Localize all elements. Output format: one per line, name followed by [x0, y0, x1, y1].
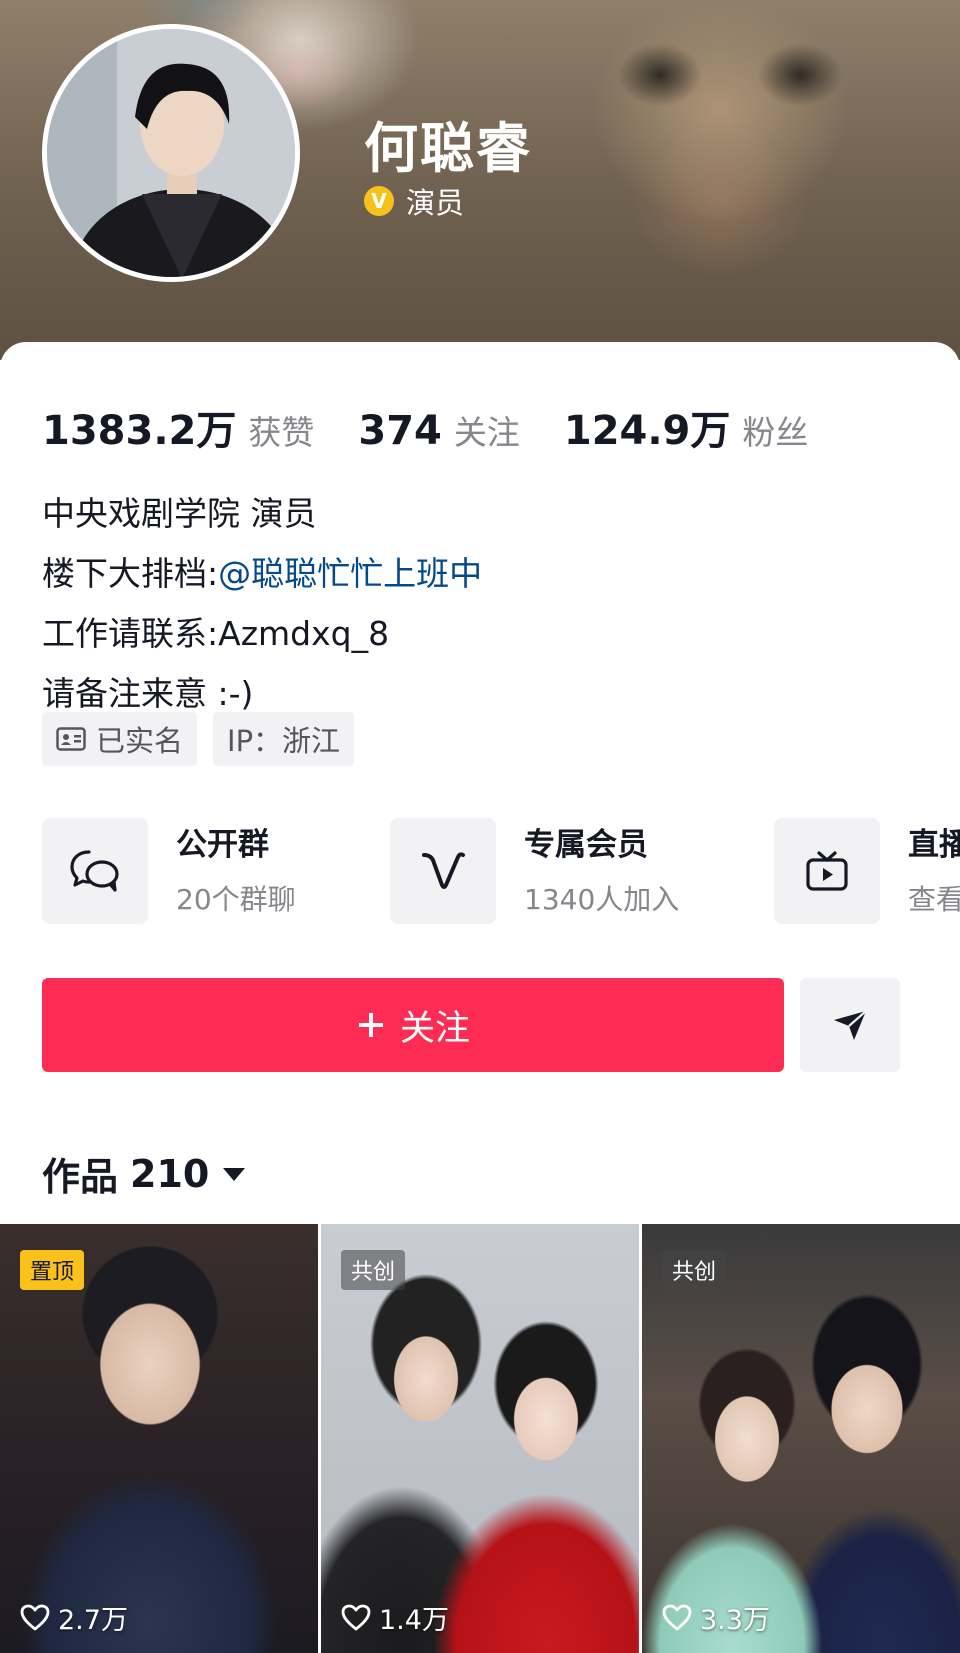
live-tv-icon: [806, 851, 848, 891]
feature-text: 专属会员 1340人加入: [524, 825, 679, 918]
stats-row: 1383.2万 获赞 374 关注 124.9万 粉丝: [42, 398, 852, 456]
verified-badge-icon: V: [364, 186, 394, 216]
heart-outline-icon: [341, 1604, 371, 1631]
stat-value: 124.9万: [563, 408, 731, 454]
bio-line: 工作请联系:Azmdxq_8: [42, 614, 390, 653]
works-count: 210: [130, 1151, 210, 1196]
mention-link[interactable]: @聪聪忙忙上班中: [218, 554, 482, 593]
feature-membership[interactable]: 专属会员 1340人加入: [390, 818, 679, 924]
feature-live[interactable]: 直播 查看: [774, 818, 960, 924]
bio: 中央戏剧学院 演员 楼下大排档:@聪聪忙忙上班中 工作请联系:Azmdxq_8 …: [42, 484, 482, 724]
heart-outline-icon: [20, 1604, 50, 1631]
stat-followers[interactable]: 124.9万 粉丝: [564, 398, 809, 456]
feature-public-group[interactable]: 公开群 20个群聊: [42, 818, 296, 924]
feature-subtitle: 查看: [908, 882, 960, 916]
video-thumbnail[interactable]: 共创 3.3万: [642, 1224, 960, 1653]
feature-text: 公开群 20个群聊: [176, 825, 296, 918]
like-count: 1.4万: [341, 1598, 449, 1637]
tag-label: IP：浙江: [227, 724, 341, 758]
avatar[interactable]: [42, 24, 300, 282]
feature-title: 直播: [908, 826, 960, 863]
plus-icon: [358, 1013, 383, 1037]
like-count: 3.3万: [662, 1598, 770, 1637]
verified-label: 演员: [406, 186, 465, 220]
feature-icon-box: [390, 818, 496, 924]
message-share-button[interactable]: [800, 978, 900, 1072]
verification-row: V 演员: [364, 180, 464, 222]
stat-value: 374: [358, 408, 442, 454]
co-creation-badge: 共创: [341, 1250, 406, 1290]
like-count-text: 2.7万: [58, 1605, 128, 1636]
membership-v-icon: [422, 852, 465, 889]
works-tab[interactable]: 作品 210: [42, 1146, 247, 1201]
feature-text: 直播 查看: [908, 825, 960, 918]
stat-label: 获赞: [248, 413, 315, 452]
feature-title: 公开群: [176, 826, 269, 863]
pinned-badge: 置顶: [20, 1250, 85, 1290]
profile-tags: 已实名 IP：浙江: [42, 712, 355, 766]
like-count-text: 3.3万: [700, 1605, 770, 1636]
stat-likes: 1383.2万 获赞: [42, 398, 314, 456]
video-thumbnail[interactable]: 置顶 2.7万: [0, 1224, 318, 1653]
feature-icon-box: [42, 818, 148, 924]
like-count-text: 1.4万: [379, 1605, 449, 1636]
bio-text: 楼下大排档:: [42, 554, 219, 593]
video-thumbnail[interactable]: 共创 1.4万: [321, 1224, 639, 1653]
feature-title: 专属会员: [524, 826, 648, 863]
bio-line: 楼下大排档:@聪聪忙忙上班中: [42, 544, 482, 604]
stat-following[interactable]: 374 关注: [358, 406, 520, 454]
id-card-icon: [56, 727, 86, 751]
ip-location-tag: IP：浙江: [213, 712, 355, 766]
co-creation-badge: 共创: [662, 1250, 727, 1290]
follow-button[interactable]: 关注: [42, 978, 784, 1072]
group-chat-icon: [70, 850, 119, 892]
stat-label: 粉丝: [742, 413, 809, 452]
bio-line: 中央戏剧学院 演员: [42, 494, 317, 533]
video-grid: 置顶 2.7万 共创 1.4万 共创 3.3万: [0, 1224, 960, 1653]
caret-down-icon: [223, 1167, 246, 1181]
works-label: 作品: [42, 1155, 119, 1199]
feature-subtitle: 20个群聊: [176, 882, 296, 916]
profile-name: 何聪睿: [364, 117, 532, 180]
follow-label: 关注: [399, 1008, 470, 1049]
send-arrow-icon: [834, 1010, 867, 1040]
stat-value: 1383.2万: [42, 408, 237, 454]
feature-subtitle: 1340人加入: [524, 882, 680, 916]
avatar-portrait: [47, 29, 295, 277]
tag-label: 已实名: [96, 724, 184, 758]
like-count: 2.7万: [20, 1598, 128, 1637]
stat-label: 关注: [453, 413, 520, 452]
real-name-tag: 已实名: [42, 712, 198, 766]
heart-outline-icon: [662, 1604, 692, 1631]
feature-icon-box: [774, 818, 880, 924]
